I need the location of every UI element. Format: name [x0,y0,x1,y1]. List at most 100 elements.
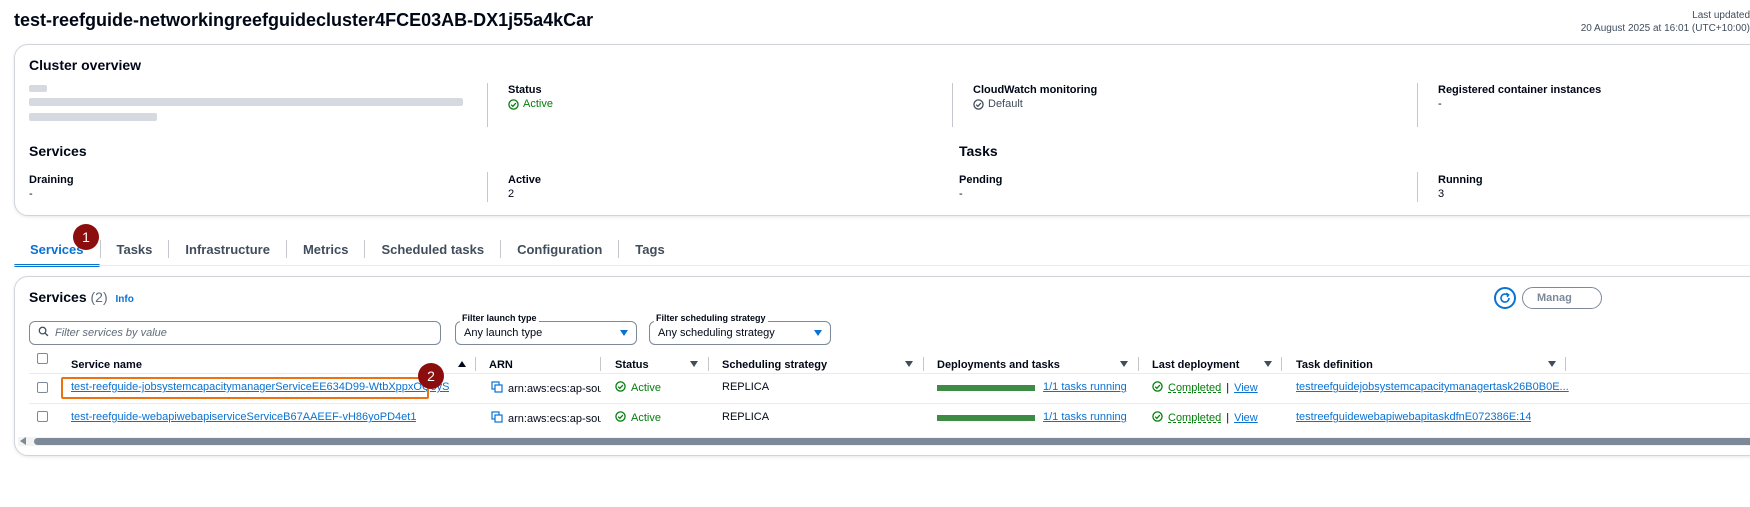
column-divider [1138,357,1139,371]
tab-tags[interactable]: Tags [619,232,680,266]
scheduling-strategy-select[interactable]: Any scheduling strategy [649,321,831,345]
last-updated: Last updated 20 August 2025 at 16:01 (UT… [1581,9,1750,35]
column-divider [1281,357,1282,371]
tasks-running-text[interactable]: 1/1 tasks running [1043,381,1127,393]
row-checkbox[interactable] [37,382,48,393]
tasks-running-link[interactable]: 1/1 tasks running [1043,381,1127,393]
draining-value: - [29,188,33,200]
sort-icon[interactable] [690,361,698,367]
check-circle-icon [508,98,519,110]
refresh-button[interactable] [1494,287,1516,309]
status-value-text: Active [523,98,553,110]
status-label: Status [508,84,542,96]
refresh-icon [1500,292,1510,303]
task-definition-text[interactable]: testreefguidewebapiwebapitaskdfnE072386E… [1296,411,1531,423]
deployment-status[interactable]: Completed [1168,382,1221,394]
sort-ascending-icon[interactable] [458,361,466,367]
column-divider [708,357,709,371]
scroll-left-arrow-icon[interactable] [20,437,26,445]
cloudwatch-label: CloudWatch monitoring [973,84,1098,96]
pending-value: - [959,188,963,200]
separator: | [1226,382,1230,394]
copy-icon[interactable] [491,381,503,396]
tasks-progress-bar [937,385,1035,391]
arn-cell: arn:aws:ecs:ap-southeast-2 [491,411,601,426]
column-header-status[interactable]: Status [615,359,649,371]
manage-button[interactable]: Manag [1522,287,1602,309]
task-definition-link[interactable]: testreefguidewebapiwebapitaskdfnE072386E… [1296,411,1531,423]
tabs-underline [14,265,1750,266]
tasks-heading: Tasks [959,143,998,159]
tab-tasks[interactable]: Tasks [101,232,169,266]
highlight-box [61,377,429,399]
deployment-cell: Completed | View [1152,381,1258,395]
search-input[interactable]: Filter services by value [29,321,441,345]
view-link[interactable]: View [1234,382,1258,394]
column-header-arn[interactable]: ARN [489,359,513,371]
status-text: Active [631,412,661,424]
service-name-text[interactable]: test-reefguide-webapiwebapiserviceServic… [71,411,416,423]
check-circle-icon [615,411,626,425]
cloudwatch-value: Default [973,98,1023,110]
sort-icon[interactable] [905,361,913,367]
check-circle-icon [1152,411,1163,425]
divider [1417,172,1418,202]
task-definition-link[interactable]: testreefguidejobsystemcapacitymanagertas… [1296,381,1569,393]
check-circle-icon [615,381,626,395]
copy-icon[interactable] [491,411,503,426]
tab-infrastructure[interactable]: Infrastructure [169,232,286,266]
divider [1417,83,1418,127]
column-header-task-definition[interactable]: Task definition [1296,359,1373,371]
services-heading: Services [29,143,87,159]
status-cell: Active [615,381,661,395]
cloudwatch-value-text: Default [988,98,1023,110]
launch-type-label: Filter launch type [460,313,539,323]
divider [952,83,953,127]
launch-type-select[interactable]: Any launch type [455,321,637,345]
search-placeholder: Filter services by value [55,327,167,339]
page-title: test-reefguide-networkingreefguidecluste… [14,10,594,30]
sort-icon[interactable] [1120,361,1128,367]
tasks-running-text[interactable]: 1/1 tasks running [1043,411,1127,423]
deployment-status[interactable]: Completed [1168,412,1221,424]
scheduling-strategy-label: Filter scheduling strategy [654,313,768,323]
running-label: Running [1438,174,1483,186]
last-updated-value: 20 August 2025 at 16:01 (UTC+10:00) [1580,23,1750,34]
active-value: 2 [508,188,515,200]
caret-down-icon [814,330,822,336]
annotation-badge-2: 2 [418,363,444,389]
column-header-service-name[interactable]: Service name [71,359,142,371]
select-all-checkbox[interactable] [37,353,48,364]
task-definition-text[interactable]: testreefguidejobsystemcapacitymanagertas… [1296,381,1569,393]
tab-scheduled-tasks[interactable]: Scheduled tasks [365,232,500,266]
column-header-last-deployment[interactable]: Last deployment [1152,359,1239,371]
arn-text: arn:aws:ecs:ap-southeast-2 [508,382,601,395]
registered-instances-value: - [1438,98,1442,110]
status-text: Active [631,382,661,394]
view-link[interactable]: View [1234,412,1258,424]
sort-icon[interactable] [1264,361,1272,367]
service-name-link[interactable]: test-reefguide-webapiwebapiserviceServic… [71,411,416,423]
annotation-badge-1: 1 [73,224,99,250]
last-updated-label: Last updated [1692,10,1750,21]
services-count: (2) [90,289,108,305]
strategy-cell: REPLICA [722,411,770,423]
info-link[interactable]: Info [116,294,134,305]
separator: | [1226,412,1230,424]
tasks-running-link[interactable]: 1/1 tasks running [1043,411,1127,423]
status-value: Active [508,98,553,110]
tab-configuration[interactable]: Configuration [501,232,618,266]
arn-text: arn:aws:ecs:ap-southeast-2 [508,412,601,425]
search-icon [38,326,49,340]
tasks-progress-bar [937,415,1035,421]
column-header-deployments-and-tasks[interactable]: Deployments and tasks [937,359,1060,371]
row-divider [29,403,1750,404]
column-header-scheduling-strategy[interactable]: Scheduling strategy [722,359,827,371]
tab-metrics[interactable]: Metrics [287,232,365,266]
row-checkbox[interactable] [37,411,48,422]
pending-label: Pending [959,174,1003,186]
arn-cell: arn:aws:ecs:ap-southeast-2 [491,381,601,396]
scrollbar-thumb[interactable] [34,438,1750,445]
sort-icon[interactable] [1548,361,1556,367]
cluster-overview-card: Cluster overview Status Active CloudWatc… [14,44,1750,216]
